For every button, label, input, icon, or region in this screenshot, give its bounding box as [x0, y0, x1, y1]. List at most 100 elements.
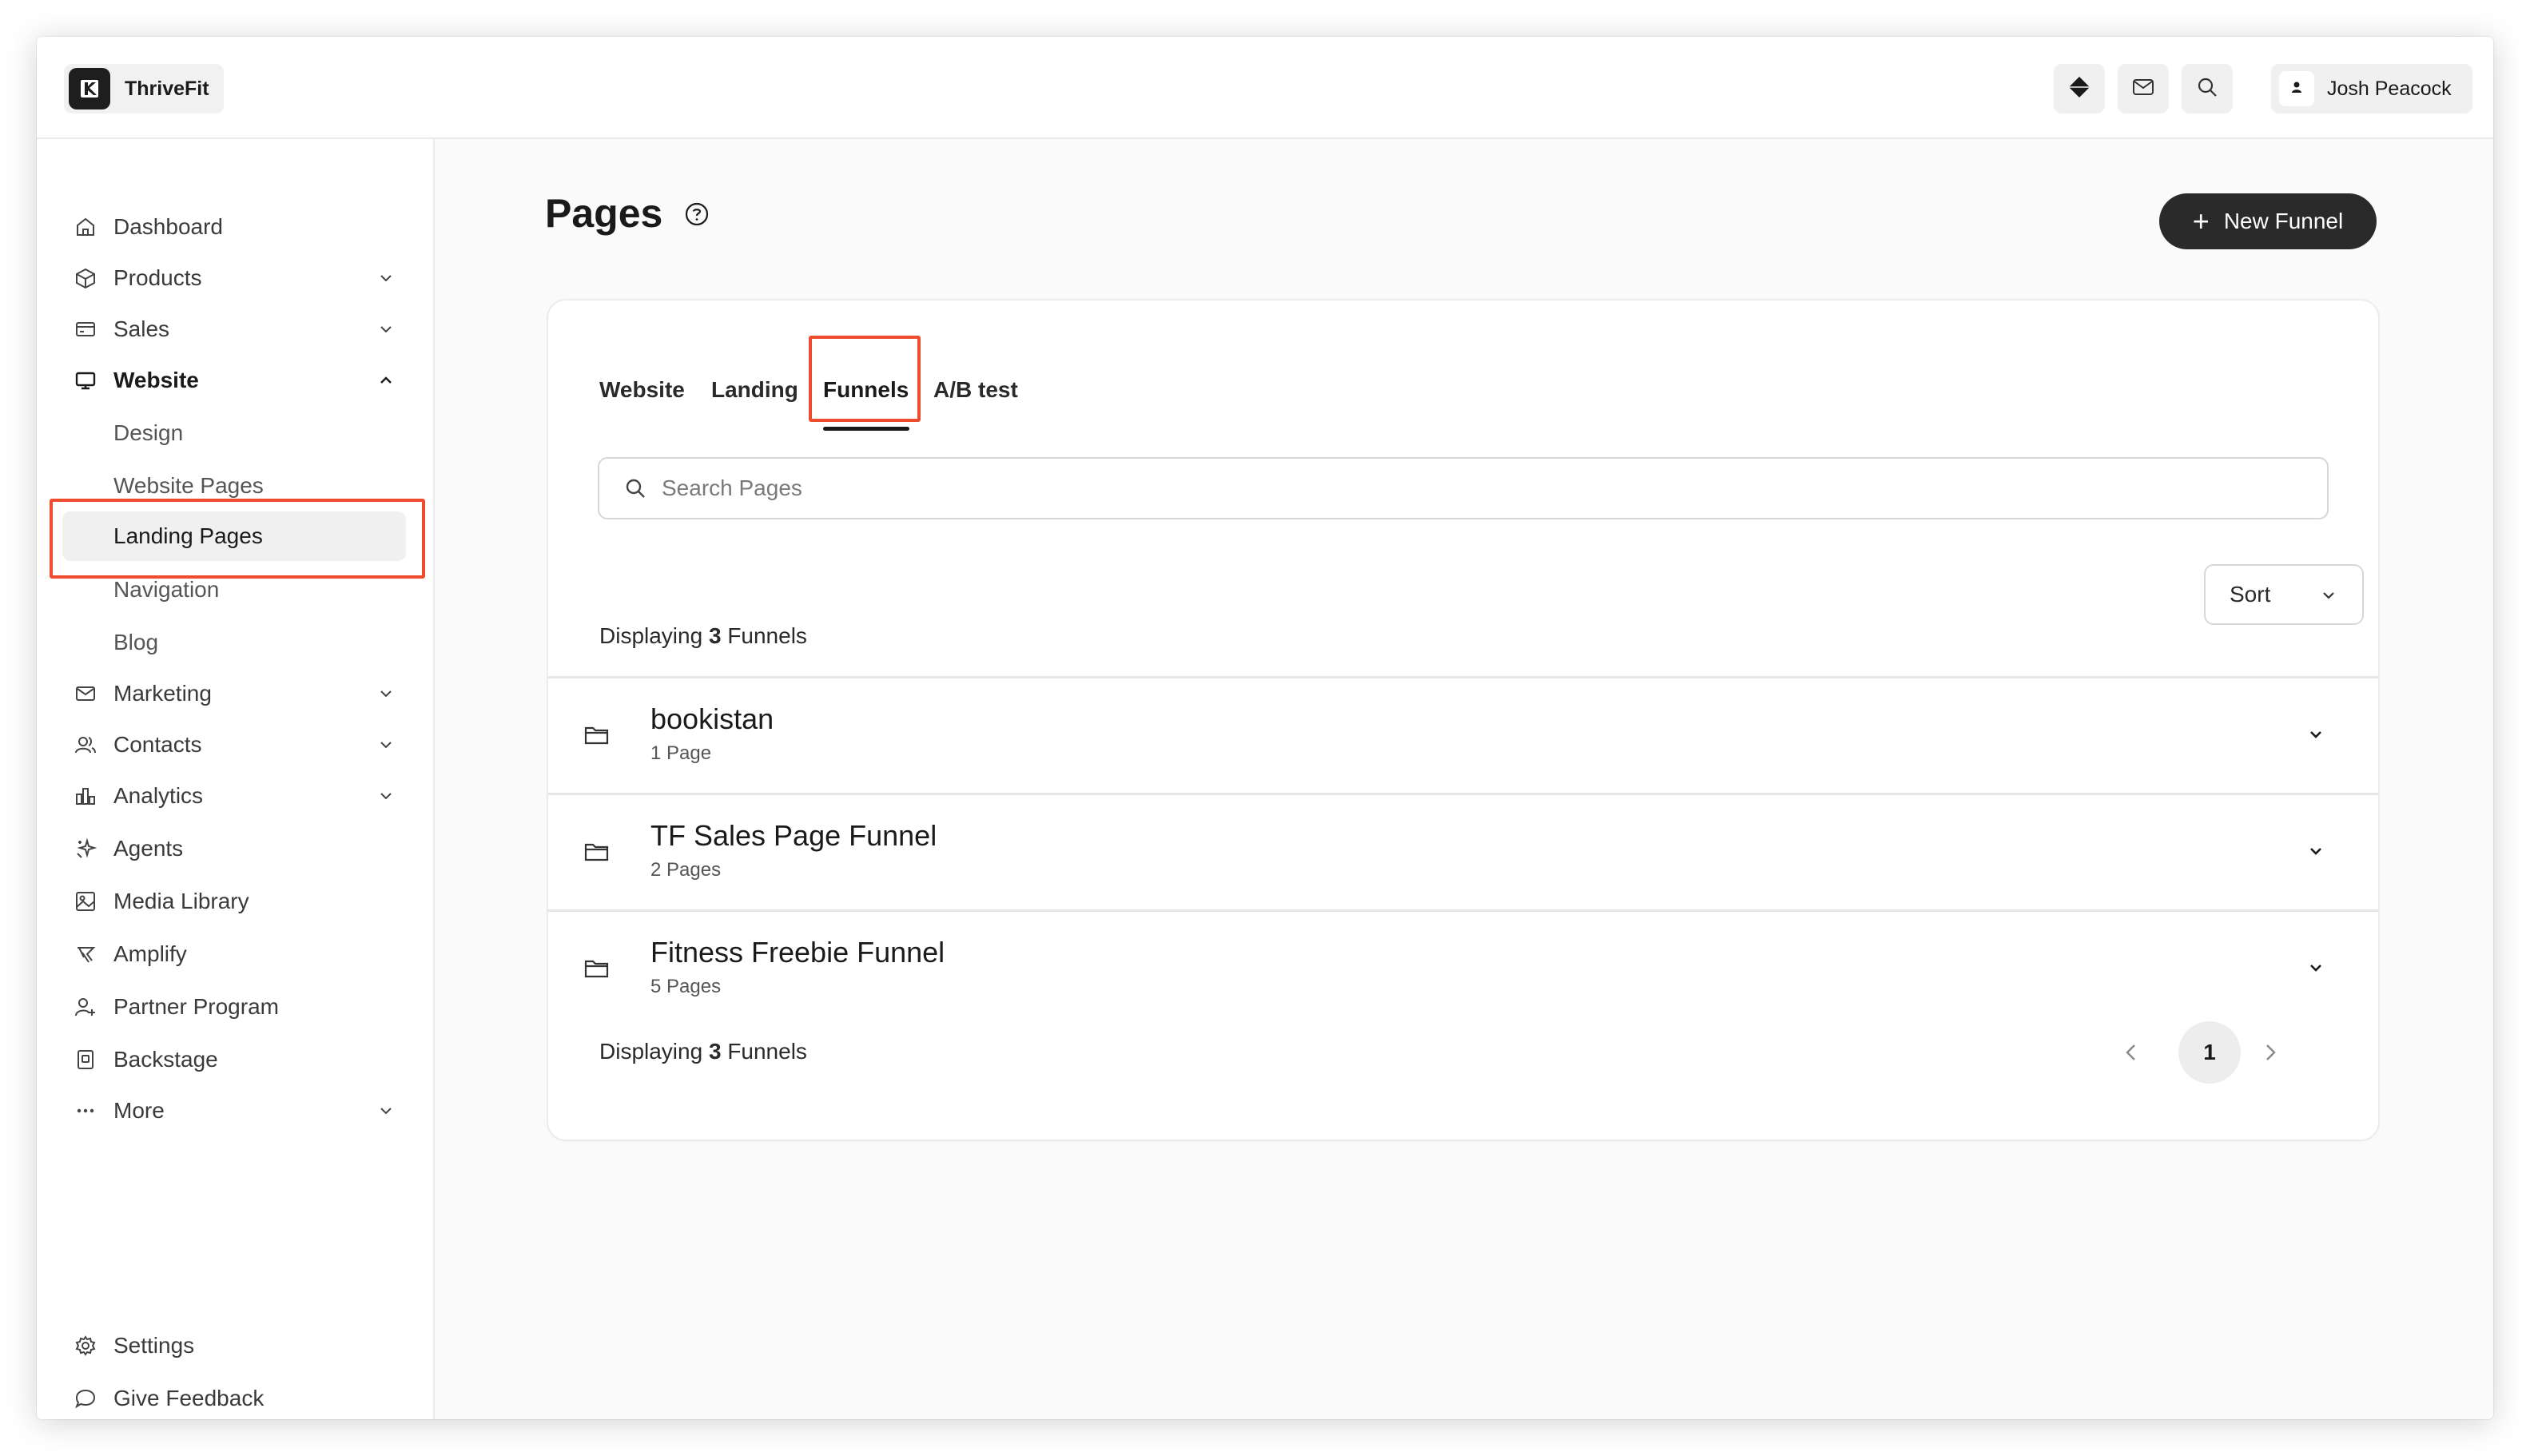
sidebar-subitem-design[interactable]: Design [37, 412, 435, 454]
display-count-number: 3 [708, 1039, 722, 1064]
search-button[interactable] [2182, 64, 2233, 113]
sidebar-item-sales[interactable]: Sales [37, 308, 435, 350]
sidebar-item-label: Amplify [113, 941, 187, 966]
funnel-name: TF Sales Page Funnel [650, 819, 937, 852]
tab-ab-test[interactable]: A/B test [933, 377, 1018, 403]
pagination-current-page[interactable]: 1 [2178, 1021, 2241, 1084]
active-tab-indicator [823, 427, 909, 431]
avatar [2279, 71, 2314, 106]
folder-icon [583, 840, 611, 868]
chevron-down-icon [374, 784, 398, 808]
sidebar-item-label: Website [113, 368, 199, 392]
sidebar-item-more[interactable]: More [37, 1090, 435, 1132]
chevron-down-icon [374, 733, 398, 757]
sidebar-item-analytics[interactable]: Analytics [37, 775, 435, 817]
funnel-name: bookistan [650, 702, 774, 735]
credit-card-icon [74, 317, 97, 341]
sidebar-item-settings[interactable]: Settings [37, 1325, 435, 1366]
user-icon [2289, 80, 2304, 98]
sidebar-item-amplify[interactable]: Amplify [37, 933, 435, 975]
display-count-suffix: Funnels [727, 1039, 807, 1064]
sparkle-icon [74, 837, 97, 861]
page-title: Pages [545, 191, 663, 236]
sidebar-item-label: Contacts [113, 732, 202, 757]
sidebar-subitem-label: Website Pages [113, 473, 264, 498]
help-icon[interactable] [684, 201, 710, 231]
sidebar-item-contacts[interactable]: Contacts [37, 724, 435, 766]
folder-icon [583, 723, 611, 751]
display-count-top: Displaying 3 Funnels [599, 623, 807, 649]
tab-website[interactable]: Website [599, 377, 685, 403]
display-count-bottom: Displaying 3 Funnels [599, 1039, 807, 1064]
chevron-right-icon[interactable] [2258, 1040, 2282, 1068]
plus-icon: + [2192, 205, 2210, 237]
sidebar-item-backstage[interactable]: Backstage [37, 1039, 435, 1080]
sidebar-item-label: Backstage [113, 1047, 218, 1072]
display-count-prefix: Displaying [599, 1039, 703, 1064]
sidebar-item-website[interactable]: Website [37, 360, 435, 401]
search-icon [2195, 75, 2219, 103]
top-bar: ThriveFit Josh Peacock [37, 37, 2493, 139]
funnel-page-count: 2 Pages [650, 859, 722, 881]
chevron-down-icon [374, 682, 398, 706]
sidebar-item-partner-program[interactable]: Partner Program [37, 986, 435, 1028]
upgrade-button[interactable] [2054, 64, 2105, 113]
folder-icon [583, 957, 611, 985]
brand-logo-icon [69, 68, 110, 109]
new-funnel-button[interactable]: + New Funnel [2159, 193, 2377, 249]
tab-landing[interactable]: Landing [711, 377, 798, 403]
sidebar-item-label: Agents [113, 836, 184, 861]
annotation-highlight-landing-pages [50, 499, 425, 579]
sidebar-item-marketing[interactable]: Marketing [37, 673, 435, 714]
inbox-button[interactable] [2118, 64, 2169, 113]
funnel-page-count: 1 Page [650, 742, 712, 764]
sidebar-item-media-library[interactable]: Media Library [37, 881, 435, 922]
search-input[interactable] [662, 468, 2292, 508]
workspace-name: ThriveFit [125, 77, 209, 100]
home-icon [74, 215, 97, 239]
annotation-highlight-funnels-tab [809, 336, 921, 422]
display-count-suffix: Funnels [727, 623, 807, 648]
sidebar-subitem-label: Design [113, 420, 184, 445]
user-menu-button[interactable]: Josh Peacock [2271, 64, 2472, 113]
sidebar-item-label: Give Feedback [113, 1386, 265, 1410]
display-count-prefix: Displaying [599, 623, 703, 648]
megaphone-icon [74, 942, 97, 966]
funnel-name: Fitness Freebie Funnel [650, 936, 945, 969]
sidebar-item-label: Settings [113, 1333, 195, 1358]
chat-bubble-icon [74, 1386, 97, 1410]
sidebar-item-products[interactable]: Products [37, 257, 435, 299]
funnel-row[interactable]: TF Sales Page Funnel 2 Pages [548, 793, 2378, 909]
sidebar-item-label: Marketing [113, 681, 212, 706]
sidebar-item-give-feedback[interactable]: Give Feedback [37, 1378, 435, 1419]
chevron-down-icon[interactable] [2305, 840, 2327, 866]
funnel-row[interactable]: Fitness Freebie Funnel 5 Pages [548, 909, 2378, 997]
funnels-card: Website Landing Funnels A/B test Display… [548, 300, 2378, 1140]
sidebar-item-agents[interactable]: Agents [37, 828, 435, 869]
search-icon [623, 476, 647, 504]
user-name: Josh Peacock [2327, 77, 2452, 100]
more-dots-icon [74, 1099, 97, 1123]
chevron-left-icon[interactable] [2119, 1040, 2143, 1068]
diamond-icon [2067, 75, 2091, 103]
mail-icon [2131, 75, 2155, 103]
chevron-up-icon [374, 368, 398, 392]
search-field[interactable] [598, 457, 2329, 519]
workspace-switcher[interactable]: ThriveFit [64, 64, 224, 113]
funnel-row[interactable]: bookistan 1 Page [548, 676, 2378, 793]
sidebar: Dashboard Products Sales Website Design … [37, 139, 435, 1419]
box-icon [74, 266, 97, 290]
users-icon [74, 733, 97, 757]
new-funnel-label: New Funnel [2223, 209, 2344, 233]
sidebar-subitem-navigation[interactable]: Navigation [37, 569, 435, 611]
app-window: ThriveFit Josh Peacock Dashboard Product… [37, 37, 2493, 1419]
chevron-down-icon [374, 317, 398, 341]
sidebar-item-label: More [113, 1098, 165, 1123]
sidebar-subitem-blog[interactable]: Blog [37, 622, 435, 663]
sidebar-item-dashboard[interactable]: Dashboard [37, 206, 435, 248]
sort-dropdown[interactable]: Sort [2204, 564, 2364, 625]
chevron-down-icon[interactable] [2305, 723, 2327, 750]
display-count-number: 3 [708, 623, 722, 648]
chevron-down-icon[interactable] [2305, 957, 2327, 983]
sidebar-item-label: Dashboard [113, 214, 223, 239]
